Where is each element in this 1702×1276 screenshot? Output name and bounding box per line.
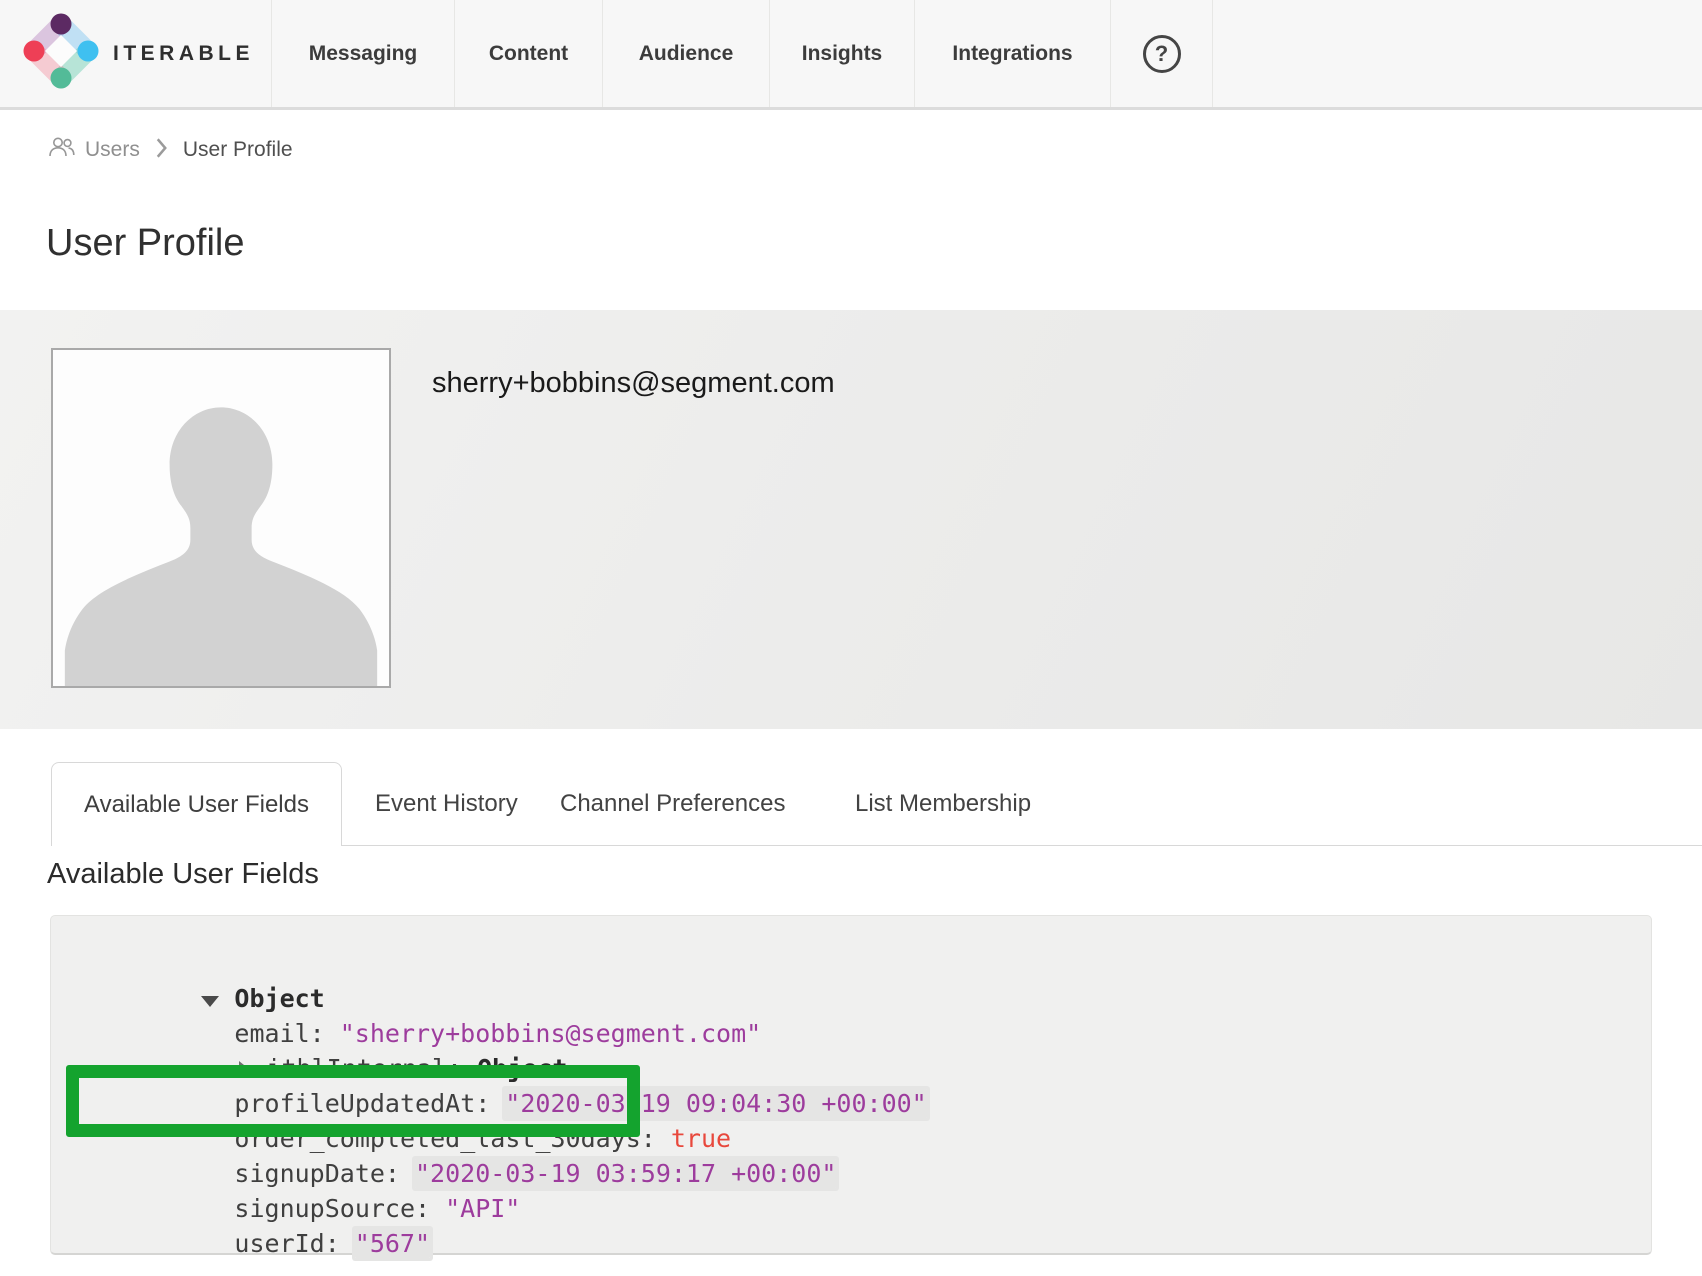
brand-name: ITERABLE bbox=[113, 42, 254, 66]
breadcrumb: Users User Profile bbox=[48, 134, 293, 166]
json-key: userId: bbox=[234, 1229, 339, 1258]
nav-item-messaging[interactable]: Messaging bbox=[272, 0, 455, 107]
json-key: profileUpdatedAt: bbox=[234, 1089, 490, 1118]
iterable-logo-icon bbox=[23, 13, 99, 94]
help-icon[interactable]: ? bbox=[1143, 35, 1181, 73]
tab-list-membership[interactable]: List Membership bbox=[855, 762, 1031, 846]
nav-item-content[interactable]: Content bbox=[455, 0, 603, 107]
tree-collapse-icon[interactable] bbox=[201, 996, 219, 1007]
users-icon bbox=[48, 135, 75, 165]
tree-expand-icon[interactable] bbox=[239, 1061, 249, 1077]
json-key: order_completed_last_30days: bbox=[234, 1124, 655, 1153]
json-value: "API" bbox=[445, 1194, 520, 1223]
json-value: "567" bbox=[355, 1229, 430, 1258]
page: ITERABLE Messaging Content Audience Insi… bbox=[0, 0, 1702, 1276]
breadcrumb-users-link[interactable]: Users bbox=[48, 135, 140, 165]
json-key: signupDate: bbox=[234, 1159, 400, 1188]
avatar bbox=[51, 348, 391, 688]
json-value: "2020-03-19 09:04:30 +00:00" bbox=[505, 1089, 926, 1118]
json-root-label: Object bbox=[234, 984, 324, 1013]
tab-channel-preferences[interactable]: Channel Preferences bbox=[560, 762, 785, 846]
chevron-right-icon bbox=[155, 138, 168, 163]
nav-spacer bbox=[1213, 0, 1702, 107]
json-value: "sherry+bobbins@segment.com" bbox=[340, 1019, 761, 1048]
person-silhouette-icon bbox=[53, 350, 389, 686]
json-key: email: bbox=[234, 1019, 324, 1048]
json-tree: Object email: "sherry+bobbins@segment.com… bbox=[51, 916, 1651, 1226]
breadcrumb-current: User Profile bbox=[183, 138, 293, 162]
nav-item-integrations[interactable]: Integrations bbox=[915, 0, 1111, 107]
nav-help-cell: ? bbox=[1111, 0, 1213, 107]
json-key: itblInternal: bbox=[266, 1054, 462, 1083]
nav-item-insights[interactable]: Insights bbox=[770, 0, 915, 107]
json-row-root: Object bbox=[51, 946, 1651, 981]
breadcrumb-root-label: Users bbox=[85, 138, 140, 162]
top-nav: ITERABLE Messaging Content Audience Insi… bbox=[0, 0, 1702, 110]
available-user-fields-panel: Object email: "sherry+bobbins@segment.com… bbox=[50, 915, 1652, 1255]
json-value: true bbox=[671, 1124, 731, 1153]
nav-item-audience[interactable]: Audience bbox=[603, 0, 770, 107]
page-title: User Profile bbox=[46, 222, 245, 265]
section-heading: Available User Fields bbox=[47, 858, 319, 891]
user-email: sherry+bobbins@segment.com bbox=[432, 367, 835, 400]
tab-available-user-fields[interactable]: Available User Fields bbox=[51, 762, 342, 846]
json-value: Object bbox=[477, 1054, 567, 1083]
brand-logo[interactable]: ITERABLE bbox=[0, 0, 272, 107]
json-value: "2020-03-19 03:59:17 +00:00" bbox=[415, 1159, 836, 1188]
profile-hero: sherry+bobbins@segment.com bbox=[0, 310, 1702, 729]
json-key: signupSource: bbox=[234, 1194, 430, 1223]
tab-event-history[interactable]: Event History bbox=[375, 762, 518, 846]
